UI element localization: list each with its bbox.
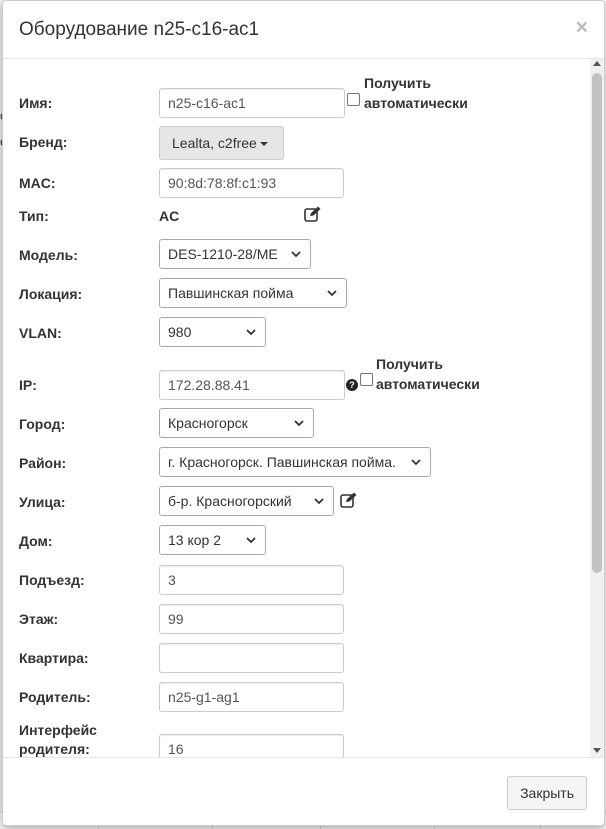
brand-dropdown[interactable]: Lealta, c2free: [159, 126, 284, 160]
house-select[interactable]: 13 кор 2: [159, 525, 266, 555]
parent-label: Родитель:: [19, 689, 91, 705]
house-label: Дом:: [19, 533, 53, 549]
chevron-down-icon: [246, 537, 256, 544]
modal-footer: Закрыть: [3, 757, 604, 826]
mac-input[interactable]: 90:8d:78:8f:c1:93: [159, 168, 344, 198]
scroll-down-icon[interactable]: [593, 748, 601, 753]
parent-interface-input[interactable]: 16: [159, 734, 344, 757]
location-label: Локация:: [19, 286, 83, 302]
parent-input[interactable]: n25-g1-ag1: [159, 682, 344, 712]
close-icon[interactable]: ×: [576, 17, 588, 38]
type-label: Тип:: [19, 208, 49, 224]
help-icon[interactable]: ?: [346, 379, 358, 391]
ip-auto-label-2: автоматически: [376, 376, 480, 392]
city-label: Город:: [19, 416, 66, 432]
location-value: Павшинская пойма: [168, 285, 294, 301]
chevron-down-icon: [294, 420, 304, 427]
edit-icon[interactable]: [304, 206, 322, 222]
name-input[interactable]: n25-c16-ac1: [159, 88, 345, 118]
apartment-label: Квартира:: [19, 650, 89, 666]
close-button[interactable]: Закрыть: [507, 776, 587, 810]
scroll-up-icon[interactable]: [593, 61, 601, 66]
house-value: 13 кор 2: [168, 532, 221, 548]
caret-down-icon: [259, 142, 268, 147]
brand-value: Lealta, c2free: [172, 135, 257, 151]
name-auto-label-1: Получить: [364, 75, 431, 91]
name-label: Имя:: [19, 95, 53, 111]
modal-title: Оборудование n25-c16-ac1: [19, 19, 260, 40]
chevron-down-icon: [411, 459, 421, 466]
street-value: б-р. Красногорский: [168, 493, 292, 509]
entrance-input[interactable]: 3: [159, 565, 344, 595]
district-value: г. Красногорск. Павшинская пойма.: [168, 454, 396, 470]
ip-auto-checkbox[interactable]: [360, 373, 373, 386]
street-label: Улица:: [19, 494, 66, 510]
scrollbar-thumb[interactable]: [592, 73, 602, 573]
model-value: DES-1210-28/ME: [168, 246, 278, 262]
ip-input[interactable]: 172.28.88.41: [159, 370, 345, 400]
scrollbar[interactable]: [590, 59, 604, 757]
type-value: AC: [159, 208, 180, 224]
brand-label: Бренд:: [19, 134, 68, 150]
chevron-down-icon: [246, 329, 256, 336]
vlan-select[interactable]: 980: [159, 317, 266, 347]
floor-label: Этаж:: [19, 611, 59, 627]
chevron-down-icon: [314, 498, 324, 505]
parent-interface-label-1: Интерфейс: [19, 722, 97, 738]
apartment-input[interactable]: [159, 643, 344, 673]
floor-input[interactable]: 99: [159, 604, 344, 634]
equipment-modal: Оборудование n25-c16-ac1 × Имя: n25-c16-…: [2, 0, 605, 826]
name-auto-label-2: автоматически: [364, 95, 468, 111]
entrance-label: Подъезд:: [19, 572, 85, 588]
chevron-down-icon: [291, 251, 301, 258]
ip-auto-label-1: Получить: [376, 356, 443, 372]
location-select[interactable]: Павшинская пойма: [159, 278, 347, 308]
chevron-down-icon: [327, 290, 337, 297]
city-select[interactable]: Красногорск: [159, 408, 314, 438]
model-label: Модель:: [19, 247, 78, 263]
modal-body: Имя: n25-c16-ac1 Получить автоматически …: [3, 59, 604, 757]
vlan-value: 980: [168, 324, 192, 340]
model-select[interactable]: DES-1210-28/ME: [159, 239, 311, 269]
district-select[interactable]: г. Красногорск. Павшинская пойма.: [159, 447, 431, 477]
parent-interface-label-2: родителя:: [19, 741, 90, 757]
mac-label: MAC:: [19, 175, 56, 191]
vlan-label: VLAN:: [19, 325, 62, 341]
city-value: Красногорск: [168, 415, 248, 431]
ip-label: IP:: [19, 377, 37, 393]
modal-header: Оборудование n25-c16-ac1 ×: [3, 1, 604, 59]
edit-icon[interactable]: [340, 492, 358, 508]
street-select[interactable]: б-р. Красногорский: [159, 486, 334, 516]
district-label: Район:: [19, 455, 67, 471]
name-auto-checkbox[interactable]: [347, 93, 360, 106]
